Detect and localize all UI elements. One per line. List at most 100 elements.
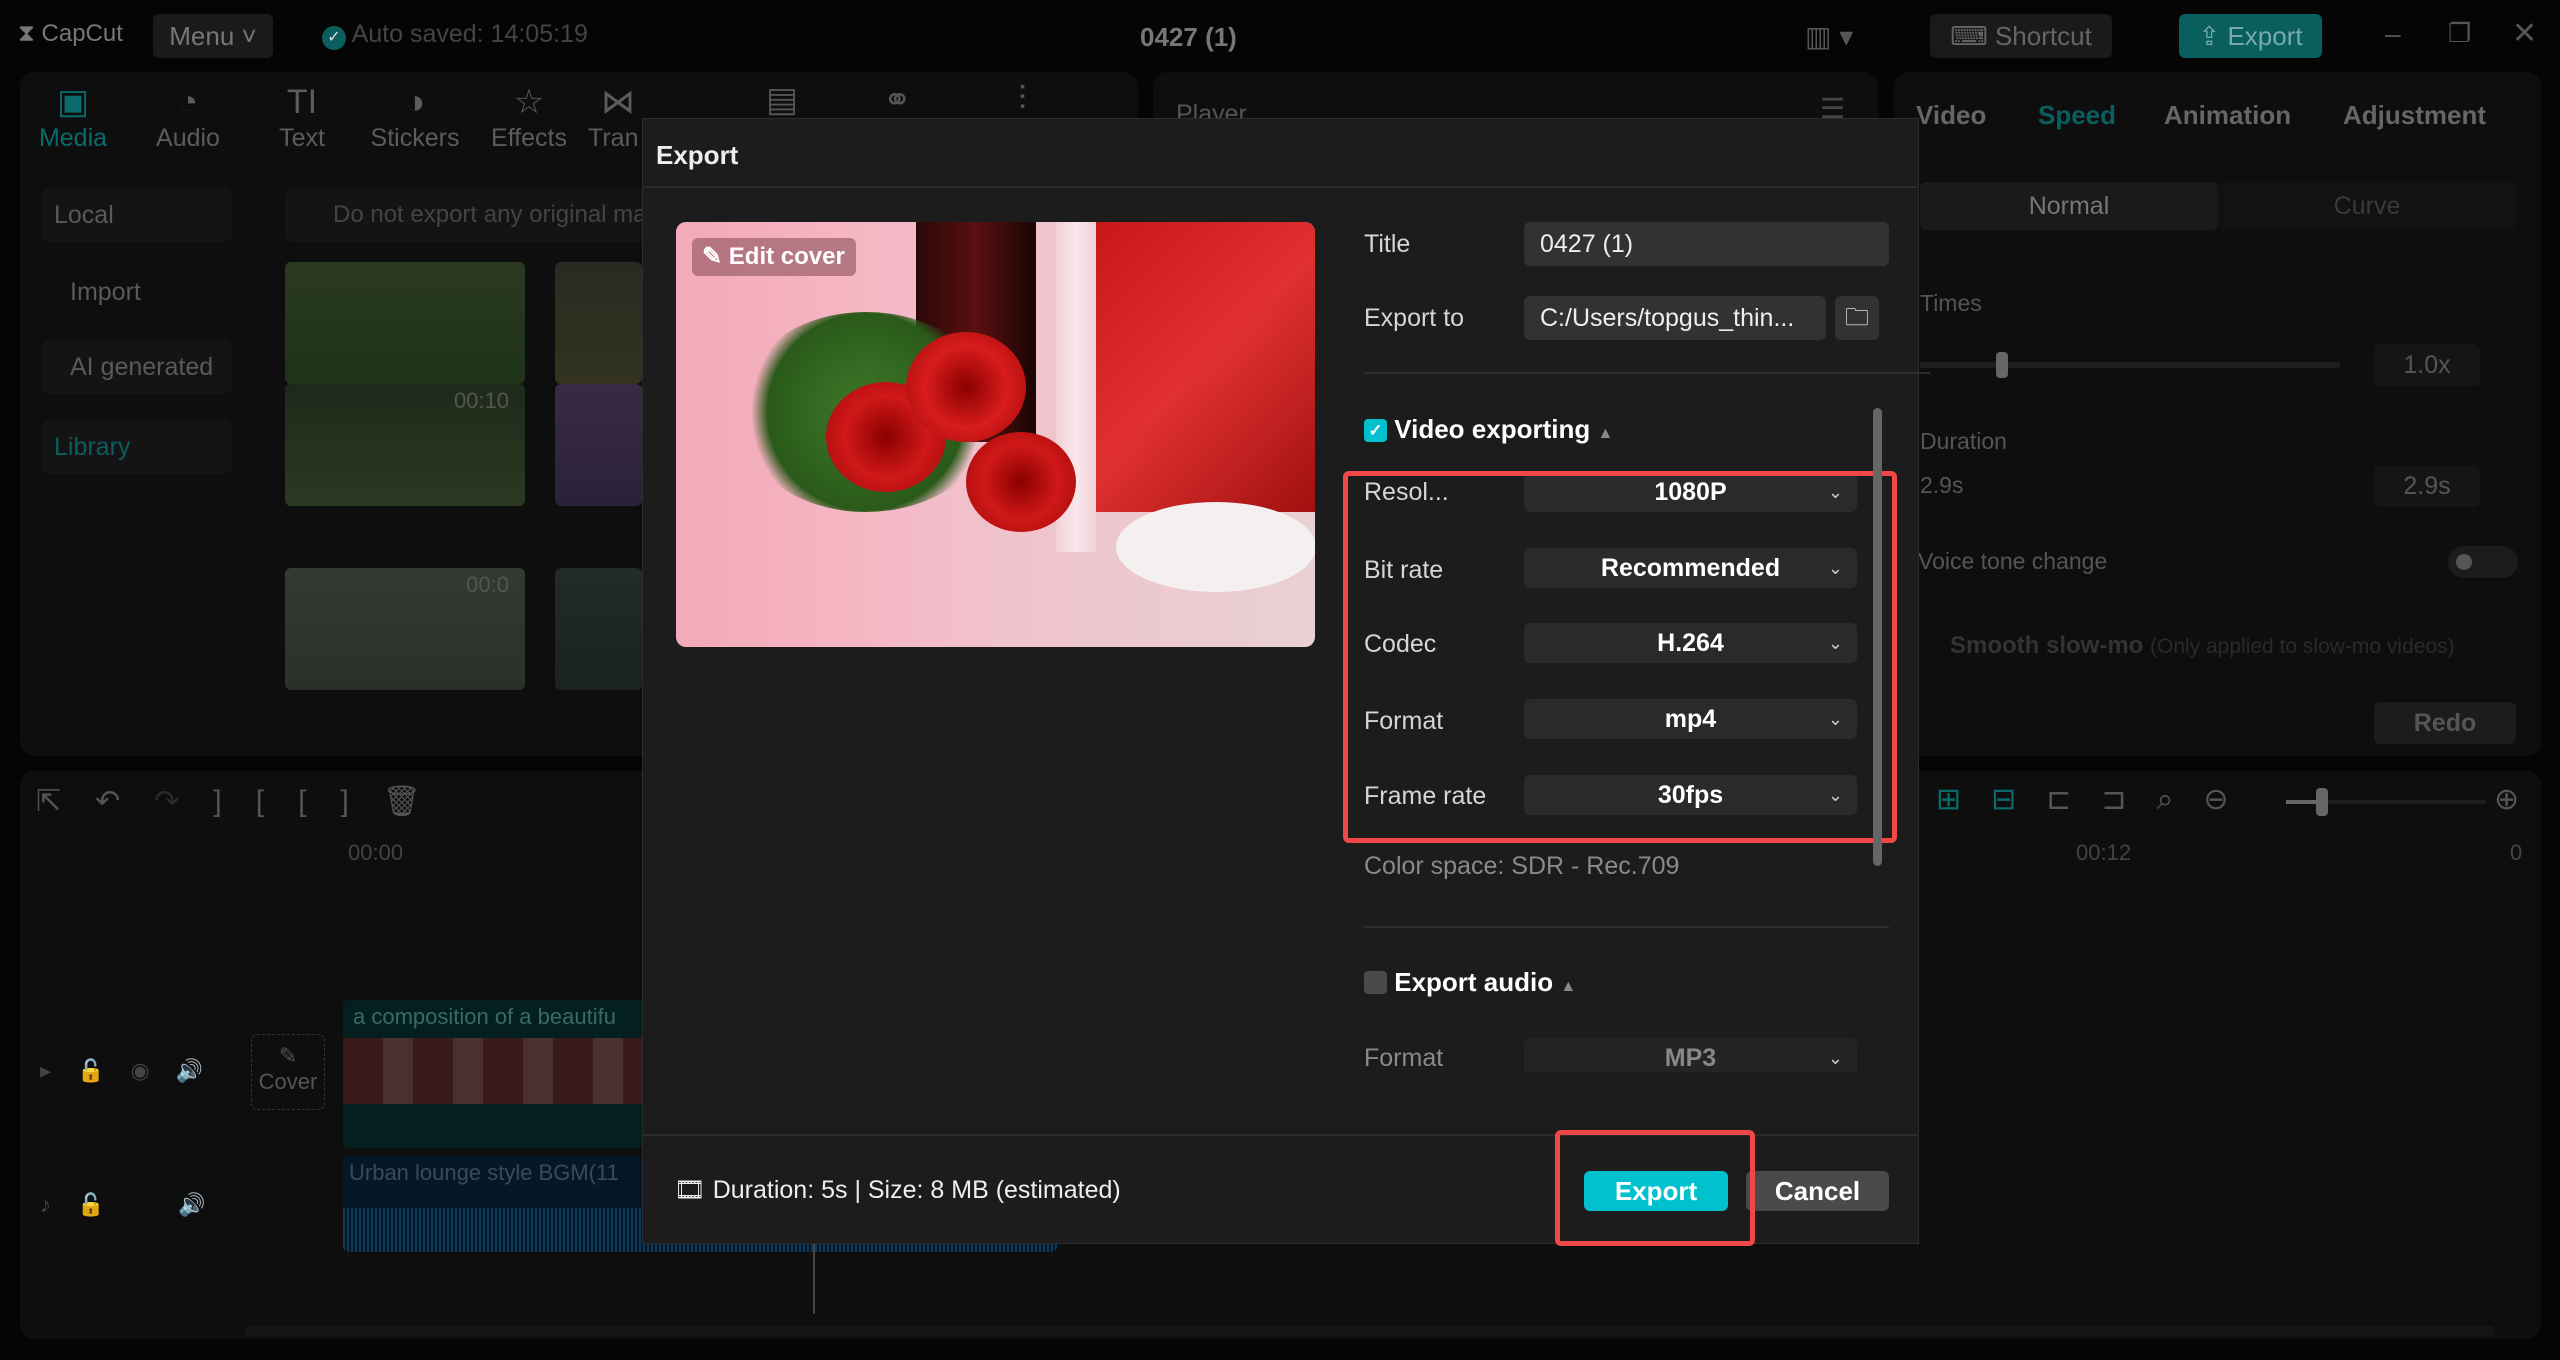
volume-icon[interactable]: 🔊 (176, 1058, 229, 1083)
captions-icon[interactable]: ▤ (766, 80, 798, 120)
smooth-slowmo[interactable]: Smooth slow-mo (Only applied to slow-mo … (1950, 632, 2455, 660)
timeline-scrollbar[interactable] (245, 1326, 2495, 1336)
media-thumbnail[interactable] (555, 262, 642, 384)
zoom-out-icon[interactable]: ⊖ (2203, 783, 2258, 816)
select-tool-icon[interactable]: ⇱ (36, 785, 95, 818)
export-to-label: Export to (1364, 304, 1465, 332)
dialog-scrollbar[interactable] (1873, 408, 1882, 866)
adjust-icon[interactable]: ⫶ (1018, 80, 1027, 119)
restore-icon[interactable]: ❐ (2448, 18, 2471, 49)
checkbox-checked-icon[interactable]: ✓ (1364, 419, 1387, 442)
media-thumbnail[interactable]: 00:0 (285, 568, 525, 690)
delete-icon[interactable]: 🗑 (383, 785, 455, 818)
video-clip[interactable]: a composition of a beautifu (343, 1000, 643, 1148)
duration-value[interactable]: 2.9s (2374, 465, 2480, 507)
tab-animation[interactable]: Animation (2164, 100, 2291, 131)
filters-icon[interactable]: ⚭ (883, 80, 912, 120)
edit-cover-button[interactable]: ✎ Edit cover (692, 238, 856, 276)
track-icon: ▸ (40, 1058, 78, 1083)
mode-normal[interactable]: Normal (1920, 182, 2218, 230)
menu-button[interactable]: Menu ˅ (153, 14, 273, 58)
pencil-icon: ✎ (702, 243, 723, 270)
split-view-icon[interactable]: ⊏⊐ (2046, 783, 2156, 816)
lock-icon[interactable]: 🔓 (77, 1192, 130, 1217)
tab-media[interactable]: ▣ Media (18, 80, 128, 153)
split-left-icon[interactable]: [ (298, 785, 340, 818)
film-icon: 🎞 (674, 1176, 706, 1204)
tab-adjustment[interactable]: Adjustment (2343, 100, 2486, 131)
close-icon[interactable]: ✕ (2512, 16, 2537, 51)
folder-button[interactable]: 🗀 (1835, 296, 1879, 340)
layout-icon[interactable]: ▥ ▾ (1805, 20, 1853, 53)
project-title: 0427 (1) (1140, 22, 1237, 52)
track-controls-audio: ♪🔓 🔊 (40, 1192, 232, 1218)
cover-preview[interactable]: ✎ Edit cover (676, 222, 1315, 647)
media-thumbnail[interactable]: 00:10 (285, 384, 525, 506)
tab-audio[interactable]: ◔ Audio (133, 80, 243, 153)
tab-effects[interactable]: ☆ Effects (474, 80, 584, 153)
checkbox-unchecked-icon[interactable] (1364, 971, 1387, 994)
media-icon: ▣ (56, 83, 90, 121)
transition-icon: ⋈ (601, 83, 635, 121)
track-controls-video: ▸🔓◉🔊 (40, 1058, 229, 1084)
shortcut-button[interactable]: ⌨ Shortcut (1930, 14, 2112, 58)
snap-icon[interactable]: ⊞ (1936, 783, 1991, 816)
capcut-logo-icon: ⧗ (18, 20, 35, 47)
link-icon[interactable]: ⊟ (1991, 783, 2046, 816)
footer-info: 🎞 Duration: 5s | Size: 8 MB (estimated) (674, 1176, 1121, 1204)
audio-icon: ◔ (177, 83, 199, 121)
tab-speed[interactable]: Speed (2038, 100, 2116, 131)
audio-format-label: Format (1364, 1044, 1444, 1072)
sidebar-item-library[interactable]: Library (42, 420, 232, 474)
color-space-info: Color space: SDR - Rec.709 (1364, 852, 1680, 880)
folder-icon: 🗀 (1845, 304, 1869, 331)
video-exporting-toggle[interactable]: ✓ Video exporting ▲ (1364, 414, 1613, 445)
chevron-down-icon: ⌄ (1827, 1048, 1843, 1068)
export-audio-toggle[interactable]: Export audio ▲ (1364, 967, 1576, 998)
tab-stickers[interactable]: ◑ Stickers (360, 80, 470, 153)
tab-video[interactable]: Video (1916, 100, 1986, 131)
media-thumbnail[interactable] (555, 384, 642, 506)
zoom-slider[interactable] (2286, 788, 2486, 816)
timeline-right-tools: ⊞⊟⊏⊐⌕⊖ (1936, 782, 2259, 817)
audio-format-select[interactable]: MP3 ⌄ (1524, 1038, 1857, 1072)
sidebar-item-local[interactable]: Local (42, 188, 232, 242)
collapse-caret-icon[interactable]: ▲ (1560, 978, 1576, 995)
redo-icon[interactable]: ↷ (154, 785, 213, 818)
sidebar-item-ai-generated[interactable]: AI generated (42, 340, 232, 394)
top-export-button[interactable]: ⇪ Export (2179, 14, 2322, 58)
speed-slider[interactable] (1920, 352, 2340, 378)
speed-slider-handle[interactable] (1996, 352, 2008, 378)
divider (1364, 926, 1889, 928)
cancel-button[interactable]: Cancel (1746, 1171, 1889, 1211)
keyboard-icon: ⌨ (1950, 21, 1988, 51)
cover-button[interactable]: ✎ Cover (251, 1034, 325, 1110)
split-right-icon[interactable]: ] (340, 785, 382, 818)
mode-curve[interactable]: Curve (2218, 182, 2516, 230)
tab-transitions[interactable]: ⋈ Tran (588, 80, 648, 153)
split-icon[interactable]: ][ (213, 785, 298, 818)
text-icon: TI (286, 83, 318, 121)
voice-tone-label: Voice tone change (1918, 548, 2108, 574)
volume-icon[interactable]: 🔊 (178, 1192, 231, 1217)
media-thumbnail[interactable] (555, 568, 642, 690)
collapse-caret-icon[interactable]: ▲ (1597, 425, 1613, 442)
duration-label: Duration (1920, 428, 2007, 454)
minimize-icon[interactable]: – (2385, 18, 2401, 50)
playhead[interactable] (813, 1244, 815, 1314)
preview-icon[interactable]: ⌕ (2157, 783, 2204, 816)
voice-tone-toggle[interactable] (2448, 546, 2518, 578)
undo-icon[interactable]: ↶ (95, 785, 154, 818)
title-input[interactable]: 0427 (1) (1524, 222, 1889, 266)
title-label: Title (1364, 230, 1411, 258)
media-thumbnail[interactable] (285, 262, 525, 384)
sidebar-item-import[interactable]: Import (42, 265, 232, 319)
lock-icon[interactable]: 🔓 (77, 1058, 130, 1083)
times-value[interactable]: 1.0x (2374, 344, 2480, 386)
export-path-input[interactable]: C:/Users/topgus_thin... (1524, 296, 1826, 340)
zoom-in-icon[interactable]: ⊕ (2494, 782, 2519, 817)
share-icon: ⇪ (2198, 21, 2221, 51)
eye-icon[interactable]: ◉ (130, 1058, 175, 1083)
redo-button[interactable]: Redo (2374, 702, 2516, 744)
tab-text[interactable]: TI Text (247, 80, 357, 153)
